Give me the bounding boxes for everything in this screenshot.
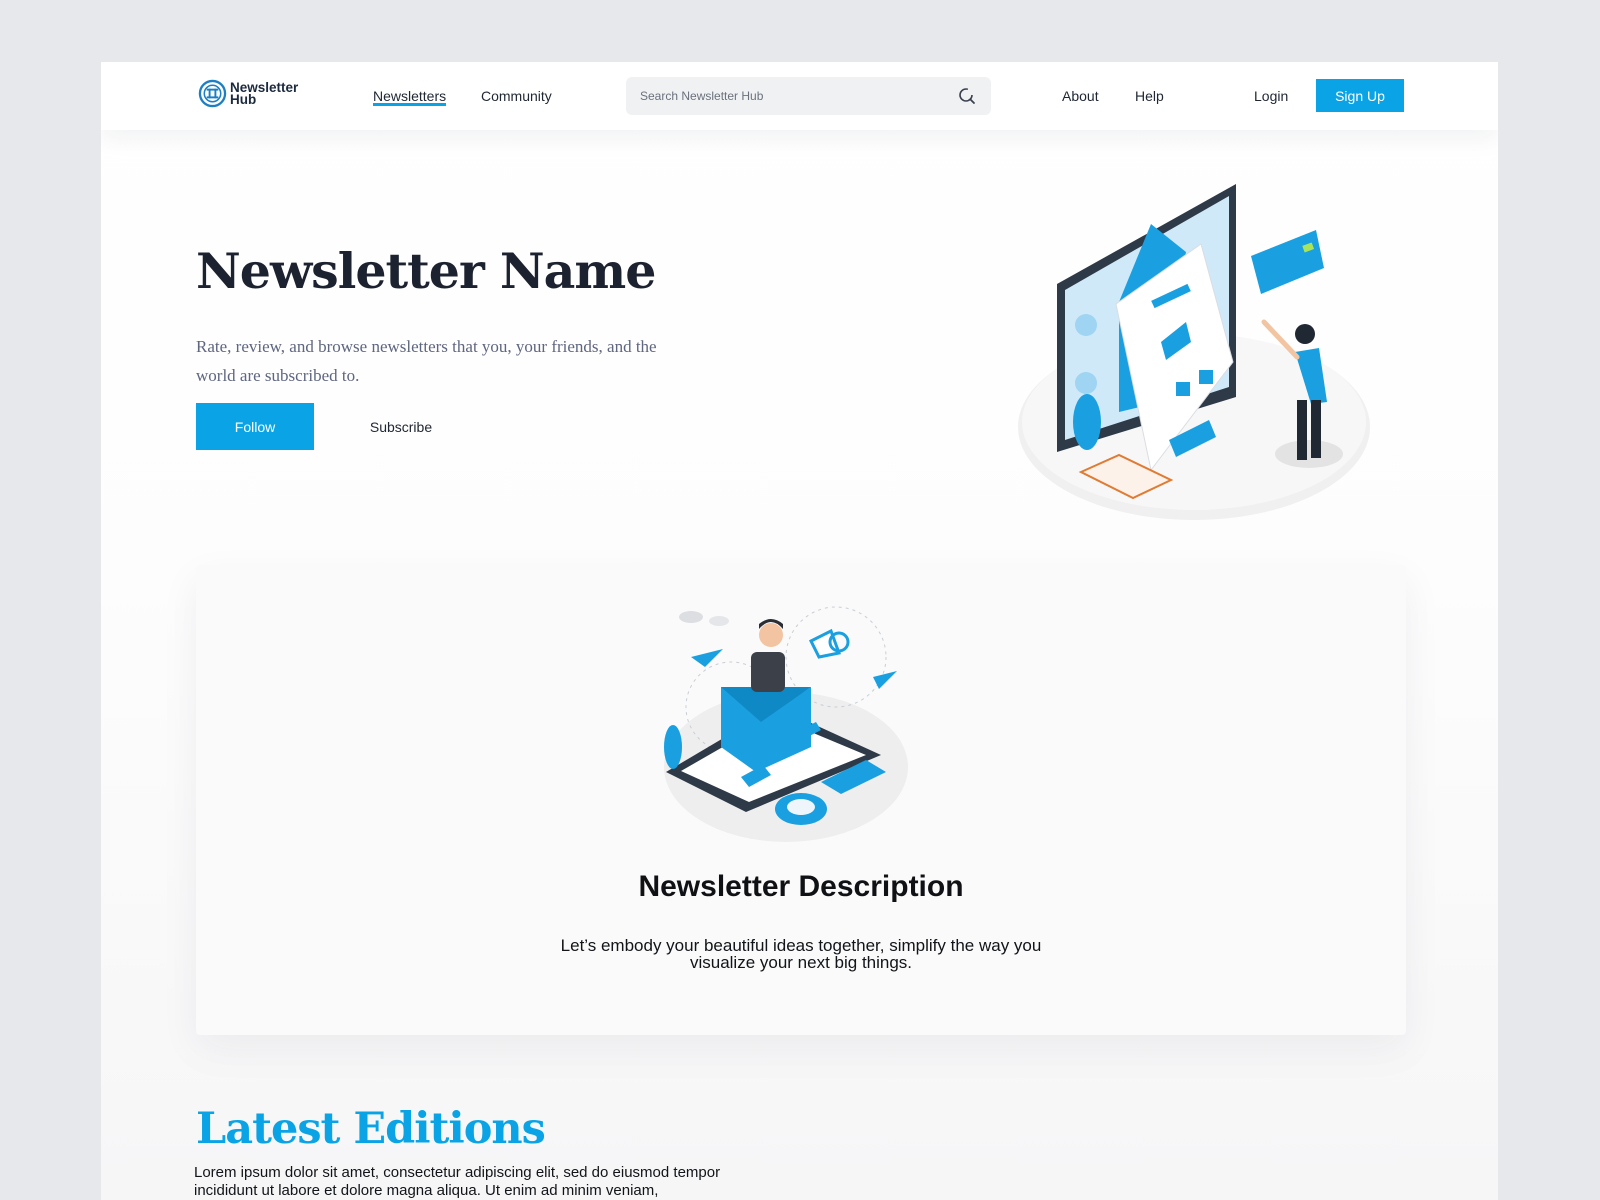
- email-marketing-illustration: [664, 606, 908, 842]
- brand-logo[interactable]: Newsletter Hub: [198, 79, 310, 108]
- search-input[interactable]: [640, 89, 957, 103]
- nav-link-about[interactable]: About: [1062, 88, 1099, 104]
- hero-newsletter-illustration: [1018, 184, 1370, 520]
- nav-link-newsletters[interactable]: Newsletters: [373, 88, 447, 106]
- brand-name-line2: Hub: [230, 91, 257, 107]
- sign-up-button[interactable]: Sign Up: [1316, 79, 1404, 112]
- newsletter-hub-logo-icon: [198, 79, 227, 108]
- subscribe-button[interactable]: Subscribe: [351, 403, 451, 450]
- newsletter-description-card: Newsletter Description Let’s embody your…: [196, 565, 1406, 1035]
- brand-name: Newsletter Hub: [230, 80, 310, 107]
- top-navbar: Newsletter Hub Newsletters Community Abo…: [101, 62, 1498, 130]
- latest-editions-text: Lorem ipsum dolor sit amet, consectetur …: [194, 1164, 721, 1199]
- page-frame: Newsletter Hub Newsletters Community Abo…: [101, 62, 1498, 1200]
- login-link[interactable]: Login: [1254, 88, 1288, 104]
- newsletter-description-title: Newsletter Description: [638, 870, 964, 903]
- nav-link-community[interactable]: Community: [481, 88, 552, 104]
- hero-subtitle: Rate, review, and browse newsletters tha…: [196, 337, 657, 385]
- search-bar: [626, 77, 991, 115]
- newsletter-name-title: Newsletter Name: [196, 242, 656, 300]
- latest-editions-heading: Latest Editions: [196, 1104, 546, 1154]
- nav-link-help[interactable]: Help: [1135, 88, 1164, 104]
- newsletter-description-text: Let’s embody your beautiful ideas togeth…: [560, 936, 1042, 972]
- search-icon[interactable]: [957, 86, 977, 106]
- follow-button[interactable]: Follow: [196, 403, 314, 450]
